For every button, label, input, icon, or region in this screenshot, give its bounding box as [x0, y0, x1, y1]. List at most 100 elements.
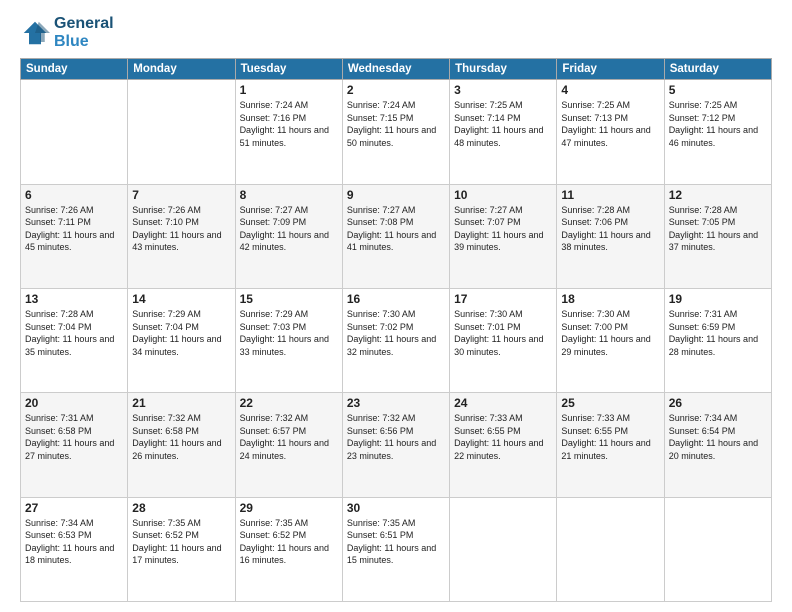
day-info: Sunrise: 7:25 AM Sunset: 7:13 PM Dayligh… — [561, 99, 659, 149]
day-info: Sunrise: 7:30 AM Sunset: 7:02 PM Dayligh… — [347, 308, 445, 358]
calendar-cell: 30 Sunrise: 7:35 AM Sunset: 6:51 PM Dayli… — [342, 497, 449, 601]
calendar-cell: 6 Sunrise: 7:26 AM Sunset: 7:11 PM Daylig… — [21, 184, 128, 288]
weekday-header-friday: Friday — [557, 59, 664, 80]
calendar-cell — [664, 497, 771, 601]
day-number: 11 — [561, 188, 659, 202]
calendar-cell: 29Sunrise: 7:35 AM Sunset: 6:52 PM Dayli… — [235, 497, 342, 601]
calendar-cell — [128, 80, 235, 184]
day-number: 9 — [347, 188, 445, 202]
day-info: Sunrise: 7:27 AM Sunset: 7:09 PM Dayligh… — [240, 204, 338, 254]
week-row-1: 6 Sunrise: 7:26 AM Sunset: 7:11 PM Daylig… — [21, 184, 772, 288]
day-number: 12 — [669, 188, 767, 202]
day-info: Sunrise: 7:25 AM Sunset: 7:12 PM Dayligh… — [669, 99, 767, 149]
calendar-cell: 28 Sunrise: 7:35 AM Sunset: 6:52 PM Dayli… — [128, 497, 235, 601]
day-number: 24 — [454, 396, 552, 410]
calendar-cell — [450, 497, 557, 601]
week-row-4: 27 Sunrise: 7:34 AM Sunset: 6:53 PM Dayli… — [21, 497, 772, 601]
day-number: 25 — [561, 396, 659, 410]
day-info: Sunrise: 7:29 AM Sunset: 7:04 PM Dayligh… — [132, 308, 230, 358]
calendar-cell: 12 Sunrise: 7:28 AM Sunset: 7:05 PM Dayli… — [664, 184, 771, 288]
day-info: Sunrise: 7:35 AM Sunset: 6:52 PM Dayligh… — [132, 517, 230, 567]
day-info: Sunrise: 7:35 AM Sunset: 6:52 PM Dayligh… — [240, 517, 338, 567]
day-info: Sunrise: 7:34 AM Sunset: 6:53 PM Dayligh… — [25, 517, 123, 567]
calendar-cell: 25 Sunrise: 7:33 AM Sunset: 6:55 PM Dayli… — [557, 393, 664, 497]
calendar-cell: 9 Sunrise: 7:27 AM Sunset: 7:08 PM Daylig… — [342, 184, 449, 288]
day-number: 14 — [132, 292, 230, 306]
calendar-cell: 21Sunrise: 7:32 AM Sunset: 6:58 PM Dayli… — [128, 393, 235, 497]
day-info: Sunrise: 7:28 AM Sunset: 7:05 PM Dayligh… — [669, 204, 767, 254]
day-number: 1 — [240, 83, 338, 97]
day-info: Sunrise: 7:26 AM Sunset: 7:11 PM Dayligh… — [25, 204, 123, 254]
day-number: 20 — [25, 396, 123, 410]
day-info: Sunrise: 7:30 AM Sunset: 7:00 PM Dayligh… — [561, 308, 659, 358]
calendar-cell: 20 Sunrise: 7:31 AM Sunset: 6:58 PM Dayli… — [21, 393, 128, 497]
calendar-cell: 4 Sunrise: 7:25 AM Sunset: 7:13 PM Daylig… — [557, 80, 664, 184]
day-number: 6 — [25, 188, 123, 202]
calendar-cell: 23 Sunrise: 7:32 AM Sunset: 6:56 PM Dayli… — [342, 393, 449, 497]
logo: General Blue — [20, 15, 114, 50]
logo-icon — [20, 18, 50, 48]
weekday-header-saturday: Saturday — [664, 59, 771, 80]
calendar-cell: 10Sunrise: 7:27 AM Sunset: 7:07 PM Dayli… — [450, 184, 557, 288]
day-info: Sunrise: 7:31 AM Sunset: 6:58 PM Dayligh… — [25, 412, 123, 462]
calendar-cell: 15 Sunrise: 7:29 AM Sunset: 7:03 PM Dayli… — [235, 288, 342, 392]
day-number: 7 — [132, 188, 230, 202]
day-number: 13 — [25, 292, 123, 306]
day-info: Sunrise: 7:26 AM Sunset: 7:10 PM Dayligh… — [132, 204, 230, 254]
day-number: 8 — [240, 188, 338, 202]
day-number: 5 — [669, 83, 767, 97]
day-info: Sunrise: 7:30 AM Sunset: 7:01 PM Dayligh… — [454, 308, 552, 358]
day-number: 16 — [347, 292, 445, 306]
calendar-cell: 14 Sunrise: 7:29 AM Sunset: 7:04 PM Dayli… — [128, 288, 235, 392]
weekday-header-monday: Monday — [128, 59, 235, 80]
calendar-cell: 13Sunrise: 7:28 AM Sunset: 7:04 PM Dayli… — [21, 288, 128, 392]
day-info: Sunrise: 7:33 AM Sunset: 6:55 PM Dayligh… — [561, 412, 659, 462]
header: General Blue — [20, 15, 772, 50]
day-info: Sunrise: 7:32 AM Sunset: 6:57 PM Dayligh… — [240, 412, 338, 462]
day-info: Sunrise: 7:24 AM Sunset: 7:16 PM Dayligh… — [240, 99, 338, 149]
day-number: 27 — [25, 501, 123, 515]
weekday-header-wednesday: Wednesday — [342, 59, 449, 80]
logo-text: General Blue — [54, 15, 114, 50]
day-info: Sunrise: 7:27 AM Sunset: 7:08 PM Dayligh… — [347, 204, 445, 254]
day-info: Sunrise: 7:24 AM Sunset: 7:15 PM Dayligh… — [347, 99, 445, 149]
calendar-cell: 2Sunrise: 7:24 AM Sunset: 7:15 PM Daylig… — [342, 80, 449, 184]
calendar-cell: 26 Sunrise: 7:34 AM Sunset: 6:54 PM Dayli… — [664, 393, 771, 497]
calendar-cell: 11 Sunrise: 7:28 AM Sunset: 7:06 PM Dayli… — [557, 184, 664, 288]
calendar-cell: 24 Sunrise: 7:33 AM Sunset: 6:55 PM Dayli… — [450, 393, 557, 497]
calendar-cell: 3Sunrise: 7:25 AM Sunset: 7:14 PM Daylig… — [450, 80, 557, 184]
weekday-header-thursday: Thursday — [450, 59, 557, 80]
calendar-cell — [21, 80, 128, 184]
calendar-cell — [557, 497, 664, 601]
day-number: 28 — [132, 501, 230, 515]
day-number: 17 — [454, 292, 552, 306]
day-info: Sunrise: 7:32 AM Sunset: 6:58 PM Dayligh… — [132, 412, 230, 462]
day-info: Sunrise: 7:34 AM Sunset: 6:54 PM Dayligh… — [669, 412, 767, 462]
page: General Blue SundayMondayTuesdayWednesda… — [0, 0, 792, 612]
day-info: Sunrise: 7:35 AM Sunset: 6:51 PM Dayligh… — [347, 517, 445, 567]
day-number: 18 — [561, 292, 659, 306]
calendar-cell: 18 Sunrise: 7:30 AM Sunset: 7:00 PM Dayli… — [557, 288, 664, 392]
day-info: Sunrise: 7:33 AM Sunset: 6:55 PM Dayligh… — [454, 412, 552, 462]
calendar-cell: 19Sunrise: 7:31 AM Sunset: 6:59 PM Dayli… — [664, 288, 771, 392]
day-info: Sunrise: 7:28 AM Sunset: 7:06 PM Dayligh… — [561, 204, 659, 254]
calendar-cell: 27 Sunrise: 7:34 AM Sunset: 6:53 PM Dayli… — [21, 497, 128, 601]
day-info: Sunrise: 7:32 AM Sunset: 6:56 PM Dayligh… — [347, 412, 445, 462]
calendar-cell: 7 Sunrise: 7:26 AM Sunset: 7:10 PM Daylig… — [128, 184, 235, 288]
day-number: 26 — [669, 396, 767, 410]
day-info: Sunrise: 7:29 AM Sunset: 7:03 PM Dayligh… — [240, 308, 338, 358]
day-number: 4 — [561, 83, 659, 97]
weekday-header-row: SundayMondayTuesdayWednesdayThursdayFrid… — [21, 59, 772, 80]
day-number: 19 — [669, 292, 767, 306]
day-number: 15 — [240, 292, 338, 306]
week-row-2: 13Sunrise: 7:28 AM Sunset: 7:04 PM Dayli… — [21, 288, 772, 392]
day-info: Sunrise: 7:25 AM Sunset: 7:14 PM Dayligh… — [454, 99, 552, 149]
calendar-cell: 8 Sunrise: 7:27 AM Sunset: 7:09 PM Daylig… — [235, 184, 342, 288]
week-row-3: 20 Sunrise: 7:31 AM Sunset: 6:58 PM Dayli… — [21, 393, 772, 497]
week-row-0: 1 Sunrise: 7:24 AM Sunset: 7:16 PM Daylig… — [21, 80, 772, 184]
day-info: Sunrise: 7:27 AM Sunset: 7:07 PM Dayligh… — [454, 204, 552, 254]
calendar-cell: 16 Sunrise: 7:30 AM Sunset: 7:02 PM Dayli… — [342, 288, 449, 392]
day-number: 23 — [347, 396, 445, 410]
calendar-table: SundayMondayTuesdayWednesdayThursdayFrid… — [20, 58, 772, 602]
day-number: 30 — [347, 501, 445, 515]
